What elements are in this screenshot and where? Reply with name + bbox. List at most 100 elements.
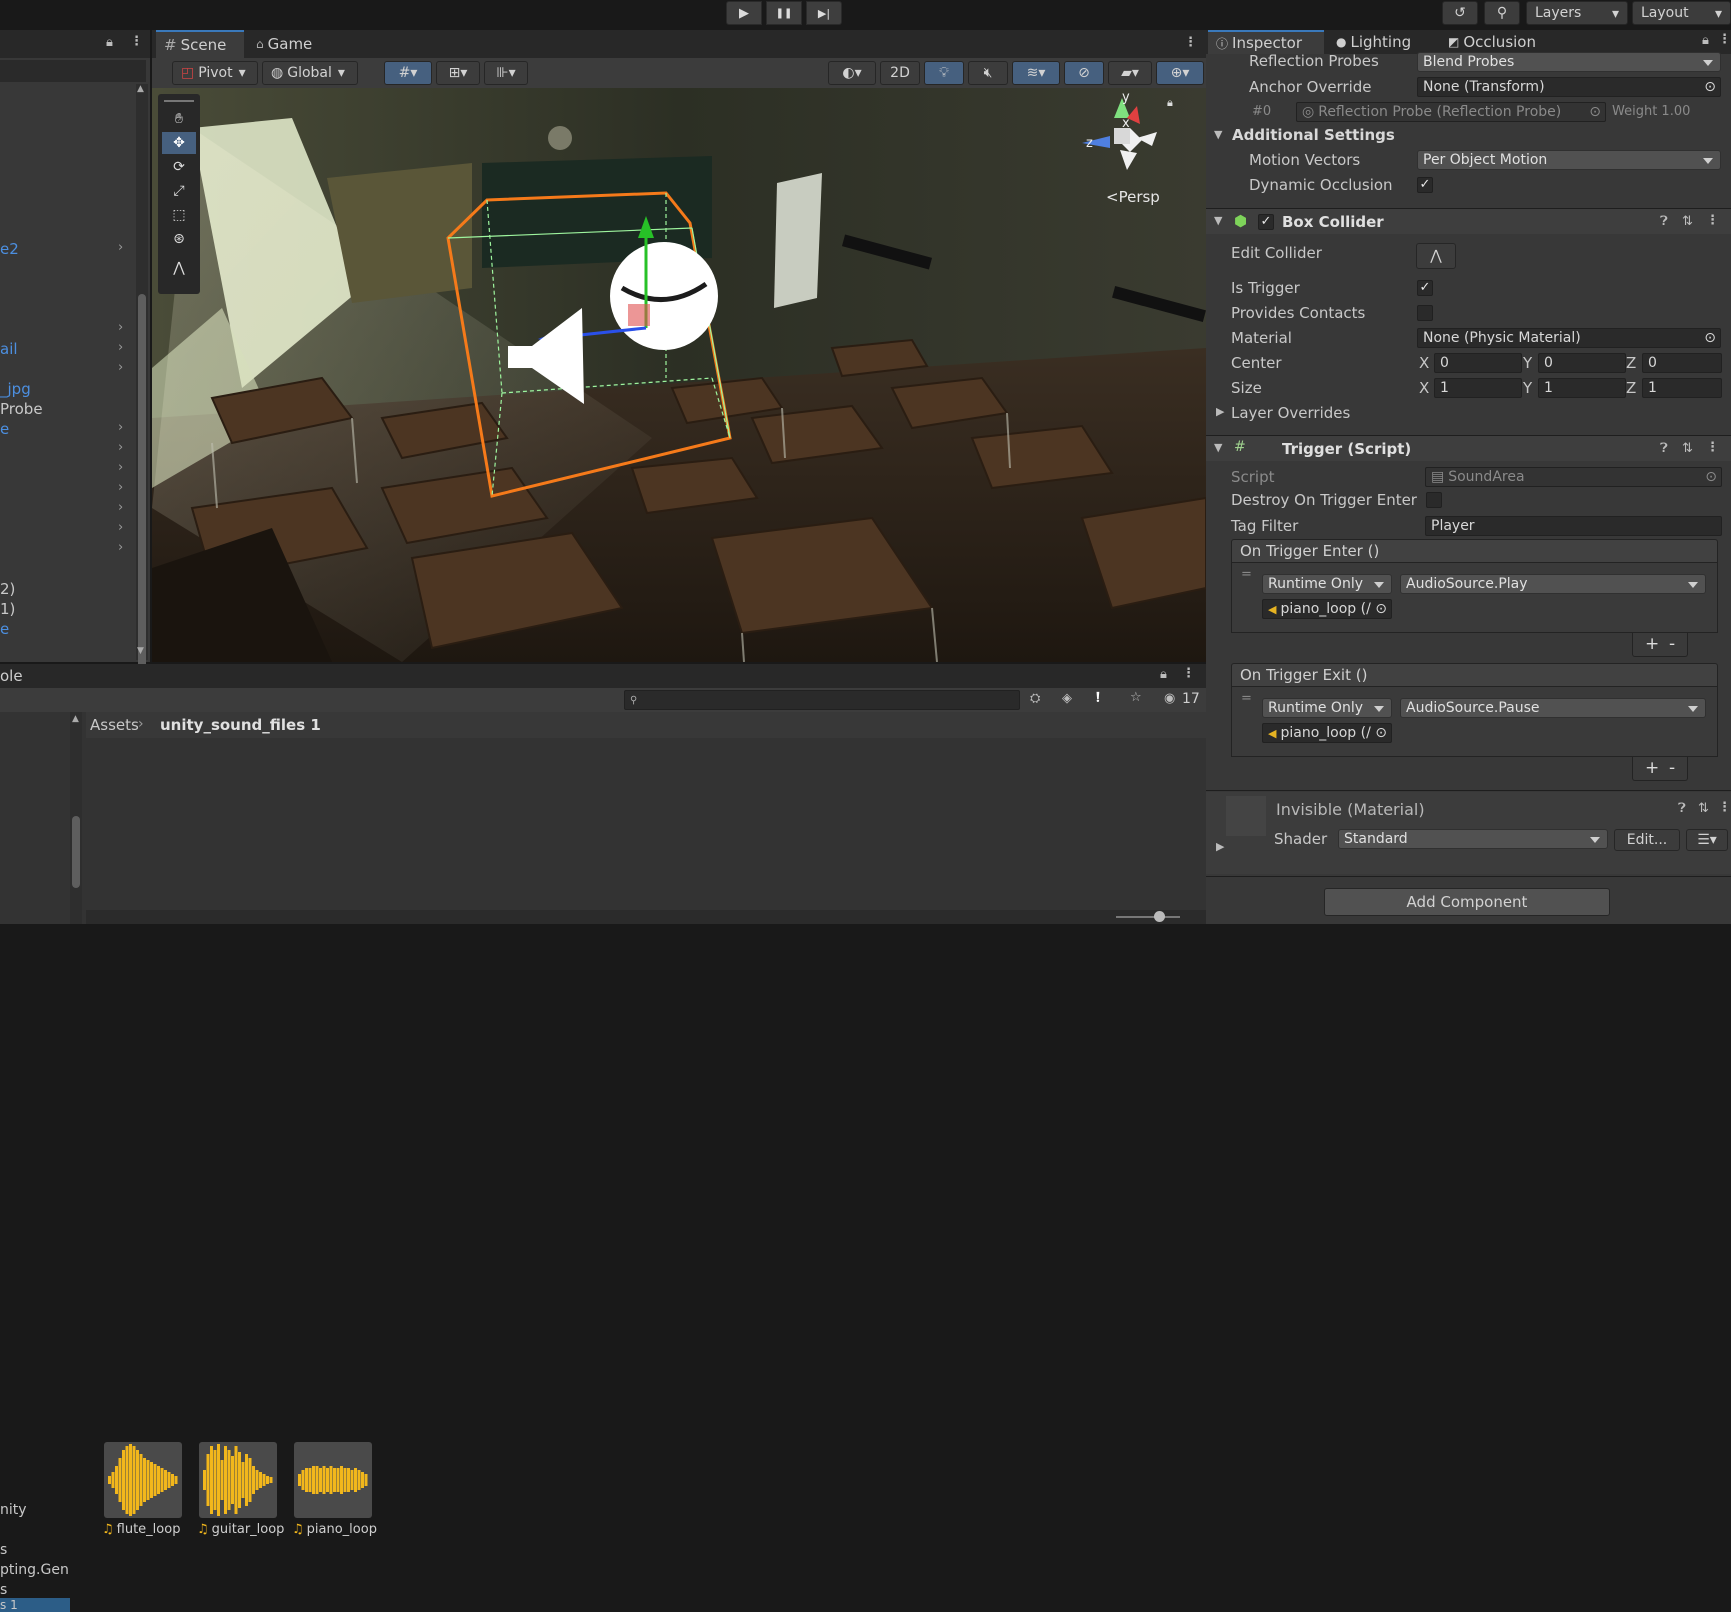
hierarchy-item[interactable]: 1) <box>0 600 15 618</box>
project-tree-item[interactable]: s <box>0 1582 7 1598</box>
size-z-field[interactable]: 1 <box>1642 378 1722 398</box>
object-picker-icon[interactable]: ⊙ <box>1375 725 1387 741</box>
size-x-field[interactable]: 1 <box>1434 378 1522 398</box>
object-picker-icon[interactable]: ⊙ <box>1375 601 1387 617</box>
rect-tool-button[interactable]: ⬚ <box>162 204 196 226</box>
reflection-probes-dropdown[interactable]: Blend Probes <box>1417 52 1721 72</box>
lighting-toggle[interactable]: 💡︎ <box>924 61 964 85</box>
drag-handle-icon[interactable]: = <box>1241 691 1252 706</box>
menu-icon[interactable]: ⋮ <box>1182 666 1195 681</box>
global-dropdown[interactable]: ◍ Global ▾ <box>262 61 358 85</box>
center-z-field[interactable]: 0 <box>1642 353 1722 373</box>
search-button[interactable]: ⚲ <box>1484 1 1520 25</box>
hierarchy-item[interactable]: ail <box>0 340 18 358</box>
foldout-arrow-icon[interactable]: ▼ <box>1214 128 1222 141</box>
warning-icon[interactable]: ❗︎ <box>1096 690 1100 706</box>
audio-asset-thumbnail[interactable] <box>199 1442 277 1518</box>
edit-collider-button[interactable]: ⋀ <box>1416 243 1456 269</box>
add-component-button[interactable]: Add Component <box>1324 888 1610 916</box>
persp-label[interactable]: <Persp <box>1106 188 1160 206</box>
foldout-arrow-icon[interactable]: ▼ <box>1214 441 1222 454</box>
preset-icon[interactable]: ⇅ <box>1682 441 1693 456</box>
project-tree-item[interactable]: pting.Gen <box>0 1562 69 1578</box>
scroll-up-icon[interactable]: ▲ <box>72 714 79 724</box>
center-y-field[interactable]: 0 <box>1538 353 1626 373</box>
preset-icon[interactable]: ⇅ <box>1698 801 1709 816</box>
audio-asset-thumbnail[interactable] <box>294 1442 372 1518</box>
center-x-field[interactable]: 0 <box>1434 353 1522 373</box>
drag-handle-icon[interactable]: = <box>1241 567 1252 582</box>
lock-icon[interactable]: 🔒︎ <box>1160 667 1167 682</box>
box-collider-header[interactable]: ▼ ⬢ ✓ Box Collider ❓︎ ⇅ ⋮ <box>1206 208 1731 234</box>
step-button[interactable]: ▶| <box>806 1 842 25</box>
effects-dropdown[interactable]: ≋▾ <box>1012 61 1060 85</box>
scroll-up-icon[interactable]: ▲ <box>137 84 144 94</box>
audio-asset-label[interactable]: ♫ guitar_loop <box>197 1522 287 1537</box>
layer-overrides-foldout[interactable]: Layer Overrides <box>1231 404 1350 422</box>
pause-button[interactable]: ❚❚ <box>766 1 802 25</box>
menu-icon[interactable]: ⋮ <box>1706 213 1719 228</box>
audio-toggle[interactable]: 🔇︎ <box>968 61 1008 85</box>
menu-icon[interactable]: ⋮ <box>1184 35 1197 50</box>
gizmos-dropdown[interactable]: ⊕▾ <box>1156 61 1204 85</box>
remove-event-button[interactable]: - <box>1669 634 1675 654</box>
2d-toggle[interactable]: 2D <box>880 61 920 85</box>
breadcrumb-root[interactable]: Assets <box>90 716 139 734</box>
rotate-tool-button[interactable]: ⟳ <box>162 156 196 178</box>
scene-viewport[interactable]: y x z 🔒︎ <Persp ✋︎ ✥ ⟳ ⤢ ⬚ ⊛ ⋀ <box>152 88 1206 662</box>
size-y-field[interactable]: 1 <box>1538 378 1626 398</box>
scrollbar-thumb[interactable] <box>138 294 146 674</box>
chevron-right-icon[interactable]: › <box>118 520 123 535</box>
is-trigger-checkbox[interactable]: ✓ <box>1417 280 1433 296</box>
visibility-toggle[interactable]: ⊘ <box>1064 61 1104 85</box>
camera-dropdown[interactable]: ▰▾ <box>1108 61 1152 85</box>
additional-settings-header[interactable]: Additional Settings <box>1232 126 1395 144</box>
chevron-right-icon[interactable]: › <box>118 360 123 375</box>
menu-icon[interactable]: ⋮ <box>1718 32 1731 47</box>
project-tree-item[interactable]: s <box>0 1542 7 1558</box>
hierarchy-item[interactable]: e2 <box>0 240 19 258</box>
tab-lighting[interactable]: ● Lighting <box>1328 30 1434 54</box>
hierarchy-item[interactable]: Probe <box>0 400 43 418</box>
menu-icon[interactable]: ⋮ <box>1706 440 1719 455</box>
breadcrumb-folder[interactable]: unity_sound_files 1 <box>160 716 321 734</box>
hierarchy-item[interactable]: 2) <box>0 580 15 598</box>
hierarchy-scrollbar[interactable] <box>136 84 148 674</box>
chevron-right-icon[interactable]: › <box>118 460 123 475</box>
help-icon[interactable]: ❓︎ <box>1660 214 1668 229</box>
object-picker-icon[interactable]: ⊙ <box>1704 79 1716 95</box>
tree-scrollbar[interactable] <box>70 712 82 924</box>
object-picker-icon[interactable]: ⊙ <box>1704 330 1716 346</box>
audio-asset-label[interactable]: ♫ flute_loop <box>102 1522 192 1537</box>
function-dropdown[interactable]: AudioSource.Play <box>1400 574 1706 594</box>
help-icon[interactable]: ❓︎ <box>1660 441 1668 456</box>
chevron-right-icon[interactable]: › <box>118 420 123 435</box>
add-event-button[interactable]: + <box>1645 758 1659 778</box>
zoom-slider[interactable] <box>1116 916 1180 918</box>
dynamic-occlusion-checkbox[interactable]: ✓ <box>1417 177 1433 193</box>
menu-icon[interactable]: ⋮ <box>130 34 143 49</box>
hierarchy-item[interactable]: _jpg <box>0 380 31 398</box>
hierarchy-search-input[interactable] <box>0 60 146 82</box>
project-search-input[interactable]: ⚲ <box>624 690 1020 710</box>
transform-tool-button[interactable]: ⊛ <box>162 228 196 250</box>
project-tree-item[interactable]: s 1 <box>0 1598 70 1612</box>
physic-material-field[interactable]: None (Physic Material) ⊙ <box>1417 328 1721 348</box>
chevron-right-icon[interactable]: › <box>118 240 123 255</box>
visibility-icon[interactable]: ◉ <box>1164 691 1175 706</box>
favorite-icon[interactable]: ☆ <box>1130 690 1142 705</box>
remove-event-button[interactable]: - <box>1669 758 1675 778</box>
foldout-arrow-icon[interactable]: ▶ <box>1216 405 1224 418</box>
draw-mode-dropdown[interactable]: ◐▾ <box>828 61 876 85</box>
chevron-right-icon[interactable]: › <box>118 540 123 555</box>
hand-tool-button[interactable]: ✋︎ <box>162 108 196 130</box>
tab-inspector[interactable]: ⓘ Inspector <box>1208 30 1324 54</box>
help-icon[interactable]: ❓︎ <box>1678 801 1686 816</box>
lock-icon[interactable]: 🔒︎ <box>1167 96 1173 110</box>
project-tab[interactable]: ole <box>0 667 23 685</box>
move-tool-button[interactable]: ✥ <box>162 132 196 154</box>
scrollbar-thumb[interactable] <box>72 816 80 888</box>
menu-icon[interactable]: ⋮ <box>1718 800 1731 815</box>
layers-dropdown[interactable]: Layers ▾ <box>1526 1 1628 25</box>
tab-game[interactable]: ⌂ Game <box>248 30 338 58</box>
